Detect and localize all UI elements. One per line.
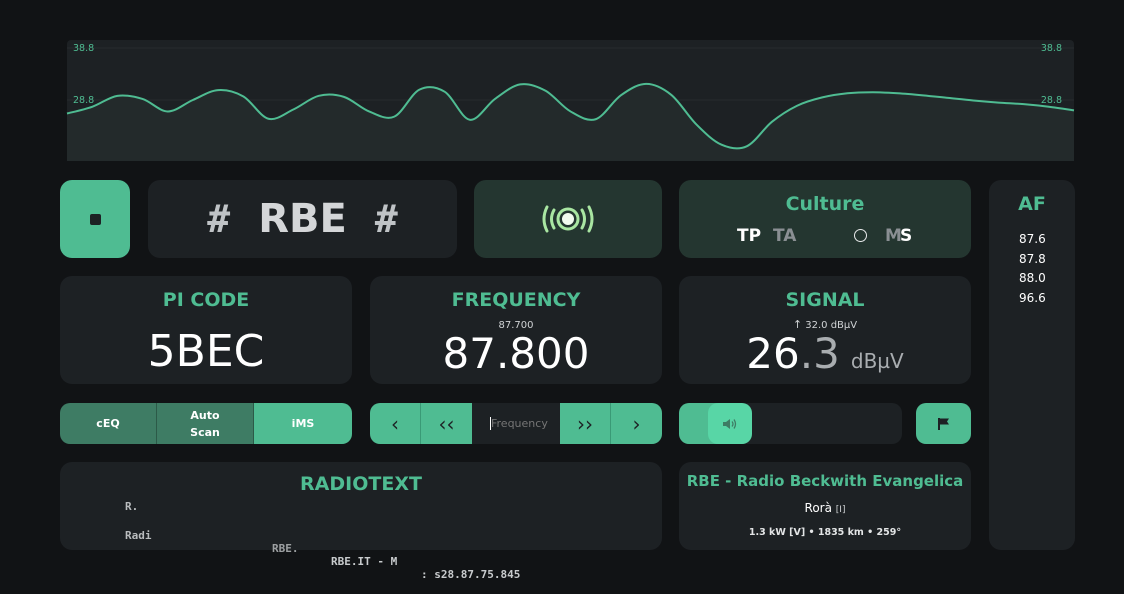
ceq-button[interactable]: cEQ (60, 403, 157, 444)
speaker-icon (722, 418, 736, 429)
double-chevron-left-icon: ‹‹ (438, 411, 455, 436)
pty-panel: Culture TP TA M S (679, 180, 971, 258)
signal-title: SIGNAL (785, 289, 865, 311)
chart-ytick-right: 38.8 (1041, 43, 1062, 54)
auto-scan-label-1: Auto (190, 408, 220, 422)
af-item[interactable]: 87.6 (1019, 230, 1046, 250)
signal-unit: dBµV (850, 349, 904, 373)
chevron-left-icon: ‹ (391, 411, 399, 436)
bookmark-button[interactable] (916, 403, 971, 444)
radiotext-seg-2: RBE. (272, 542, 299, 555)
radiotext-seg-4: : s28.87.75.845 (421, 568, 521, 581)
ps-left-marker: # (207, 197, 231, 241)
af-item[interactable]: 96.6 (1019, 289, 1046, 309)
tune-down-button[interactable]: ‹ (370, 403, 421, 444)
tune-up-button[interactable]: › (611, 403, 662, 444)
frequency-input-wrap (472, 403, 560, 444)
radiotext-seg-3: RBE.IT - M (331, 555, 398, 568)
signal-chart: 38.838.828.828.818.818.8 (0, 0, 1124, 170)
transmitter-name: RBE - Radio Beckwith Evangelica (686, 472, 964, 490)
signal-chart-svg: 38.838.828.828.818.818.8 (66, 40, 1075, 161)
signal-panel: SIGNAL ↑ 32.0 dBµV 26.3 dBµV (679, 276, 971, 384)
radiotext-panel: RADIOTEXT R. Radi RBE. RBE.IT - M : s28.… (60, 462, 662, 581)
chevron-right-icon: › (632, 411, 641, 436)
stop-icon (89, 213, 101, 225)
transmitter-city: Rorà (804, 501, 832, 515)
seek-down-button[interactable]: ‹‹ (421, 403, 472, 444)
tuning-controls: ‹ ‹‹ ›› › (370, 403, 662, 444)
stereo-circle-icon (854, 229, 867, 242)
radiotext-seg-1: Radi (125, 529, 152, 542)
signal-value-int: 26 (746, 329, 800, 378)
ims-label: iMS (291, 417, 315, 430)
volume-slider[interactable] (679, 403, 902, 444)
transmitter-panel: RBE - Radio Beckwith Evangelica Rorà [I]… (679, 462, 971, 550)
ps-panel: # RBE # (148, 180, 457, 258)
chart-ytick-left: 38.8 (73, 43, 94, 54)
ps-right-marker: # (374, 197, 398, 241)
frequency-value: 87.800 (442, 329, 590, 378)
pty-label: Culture (785, 193, 865, 215)
af-panel: AF 87.6 87.8 88.0 96.6 (989, 180, 1075, 550)
ims-button[interactable]: iMS (254, 403, 352, 444)
frequency-panel: FREQUENCY 87.700 87.800 (370, 276, 662, 384)
radiotext-line-2: Radi RBE. RBE.IT - M : s28.87.75.845 (125, 516, 520, 594)
ta-flag: TA (773, 226, 797, 246)
stop-button[interactable] (60, 180, 130, 258)
signal-value-dec: .3 (799, 329, 840, 378)
signal-reading: 26.3 dBµV (679, 329, 971, 378)
transmitter-location: Rorà [I] (679, 501, 971, 515)
broadcast-icon (542, 205, 594, 233)
auto-scan-button[interactable]: Auto Scan (157, 403, 254, 444)
transmitter-details: 1.3 kW [V] • 1835 km • 259° (748, 527, 902, 538)
broadcast-indicator[interactable] (474, 180, 662, 258)
chart-ytick-right: 28.8 (1041, 95, 1062, 106)
tp-flag: TP (737, 226, 762, 246)
chart-ytick-left: 28.8 (73, 95, 94, 106)
ms-s-flag: S (900, 226, 913, 246)
af-item[interactable]: 88.0 (1019, 269, 1046, 289)
double-chevron-right-icon: ›› (577, 411, 593, 436)
radiotext-title: RADIOTEXT (300, 473, 422, 495)
auto-scan-label-2: Scan (190, 425, 220, 439)
radiotext-line-1: R. (125, 500, 139, 513)
pi-panel: PI CODE 5BEC (60, 276, 352, 384)
af-title: AF (1018, 193, 1046, 215)
volume-thumb[interactable] (707, 403, 752, 444)
pi-value: 5BEC (147, 326, 265, 377)
frequency-title: FREQUENCY (451, 289, 581, 311)
seek-up-button[interactable]: ›› (560, 403, 611, 444)
frequency-input[interactable] (490, 417, 558, 430)
ps-name: RBE (258, 196, 347, 242)
af-list: 87.6 87.8 88.0 96.6 (1019, 230, 1046, 308)
af-item[interactable]: 87.8 (1019, 250, 1046, 270)
pi-title: PI CODE (162, 289, 250, 311)
mode-buttons: cEQ Auto Scan iMS (60, 403, 352, 444)
flag-icon (937, 417, 949, 430)
ceq-label: cEQ (96, 417, 120, 430)
transmitter-country: [I] (835, 505, 846, 515)
